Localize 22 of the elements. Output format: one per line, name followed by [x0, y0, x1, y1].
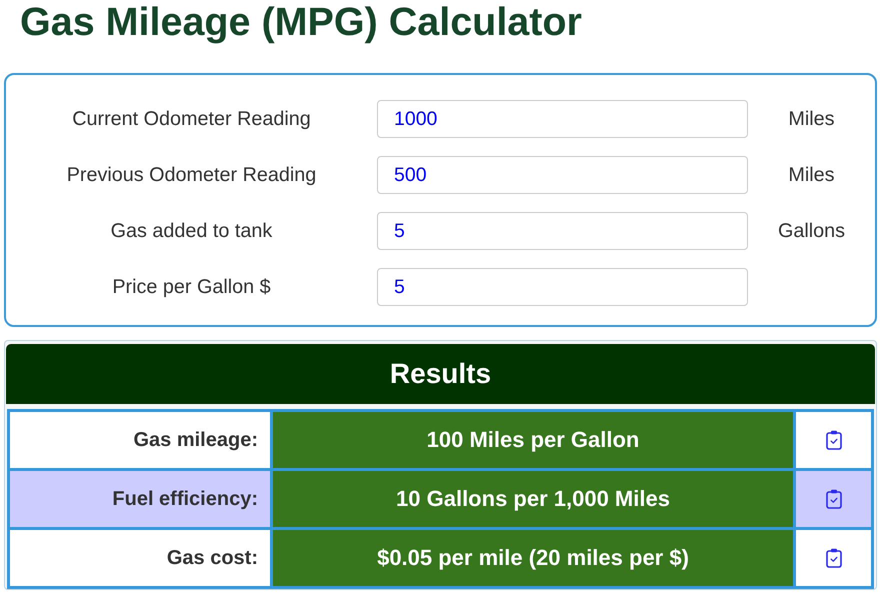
clipboard-check-icon[interactable]: [826, 548, 842, 568]
page-title: Gas Mileage (MPG) Calculator: [19, 0, 582, 44]
clipboard-check-icon[interactable]: [826, 489, 842, 509]
result-value: 100 Miles per Gallon: [272, 410, 794, 470]
input-field[interactable]: 1000: [377, 100, 748, 138]
input-field[interactable]: 5: [377, 212, 748, 250]
unit-label: Miles: [788, 108, 835, 130]
result-value: $0.05 per mile (20 miles per $): [272, 528, 794, 588]
result-label: Gas cost:: [8, 528, 272, 588]
field-label: Gas added to tank: [110, 220, 272, 242]
result-value: 10 Gallons per 1,000 Miles: [272, 470, 794, 528]
input-field[interactable]: 5: [377, 268, 748, 306]
input-field[interactable]: 500: [377, 156, 748, 194]
results-title: Results: [390, 358, 492, 390]
result-label: Gas mileage:: [8, 410, 272, 470]
unit-label: Gallons: [778, 220, 846, 242]
field-label: Current Odometer Reading: [72, 108, 311, 130]
field-label: Previous Odometer Reading: [66, 164, 316, 186]
clipboard-check-icon[interactable]: [826, 430, 842, 450]
field-label: Price per Gallon $: [112, 276, 271, 298]
unit-label: Miles: [788, 164, 835, 186]
result-label: Fuel efficiency:: [8, 470, 272, 528]
